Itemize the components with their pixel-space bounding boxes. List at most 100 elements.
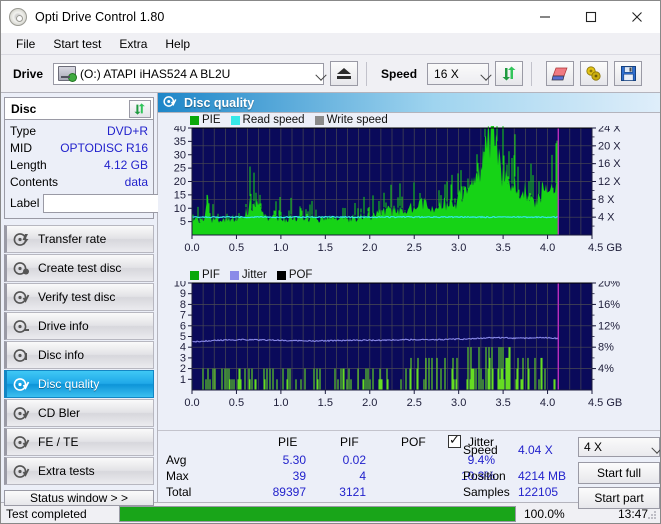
menu-item-start-test[interactable]: Start test: [44, 35, 110, 53]
pie-chart: PIE Read speed Write speed 5 10 15 20 25 30 35…: [158, 113, 660, 263]
col-header-pof: POF: [401, 435, 426, 449]
content-panel: Disc quality PIE Read speed Write speed …: [158, 93, 660, 509]
sidebar-item-create-test-disc[interactable]: Create test disc: [4, 254, 154, 282]
sidebar-item-verify-test-disc[interactable]: Verify test disc: [4, 283, 154, 311]
svg-text:2.0: 2.0: [362, 397, 377, 409]
svg-text:5: 5: [180, 331, 186, 343]
svg-text:3.0: 3.0: [451, 242, 466, 254]
optical-drive-icon: [58, 66, 78, 82]
svg-text:1.5: 1.5: [318, 242, 333, 254]
drive-select[interactable]: (O:) ATAPI iHAS524 A BL2U: [53, 62, 327, 85]
svg-text:4.0: 4.0: [540, 242, 555, 254]
disc-contents-value: data: [124, 175, 148, 189]
cd-bler-icon: [13, 406, 30, 421]
samples-stat-value: 122105: [518, 485, 559, 499]
svg-text:10: 10: [174, 281, 186, 290]
col-header-pif: PIF: [340, 435, 359, 449]
svg-text:4.5 GB: 4.5 GB: [588, 397, 622, 409]
sidebar-item-extra-tests[interactable]: Extra tests: [4, 457, 154, 485]
content-header: Disc quality: [158, 93, 660, 113]
minimize-button[interactable]: [522, 1, 568, 32]
toolbar-divider-1: [366, 61, 368, 86]
svg-text:3.5: 3.5: [495, 397, 510, 409]
status-window-button[interactable]: Status window > >: [4, 490, 154, 506]
legend-label: Write speed: [326, 114, 388, 126]
window-controls: [522, 1, 660, 32]
sidebar-item-drive-info[interactable]: Drive info: [4, 312, 154, 340]
status-message: Test completed: [6, 506, 87, 521]
settings-button[interactable]: [580, 61, 609, 86]
write-speed-value: 16 X: [434, 66, 459, 81]
col-header-pie: PIE: [278, 435, 298, 449]
disc-type-value: DVD+R: [106, 124, 148, 138]
svg-text:15: 15: [174, 189, 186, 201]
position-stat-label: Position: [463, 469, 506, 483]
svg-text:2.5: 2.5: [407, 242, 422, 254]
start-full-button[interactable]: Start full: [578, 462, 660, 484]
disc-length-label: Length: [10, 158, 47, 172]
svg-text:6: 6: [180, 320, 186, 332]
svg-text:30: 30: [174, 149, 186, 161]
refresh-button[interactable]: [495, 61, 524, 86]
disc-properties: Type DVD+R MID OPTODISC R16 Length 4.12 …: [5, 120, 233, 218]
toolbar-divider-2: [531, 61, 533, 86]
save-button[interactable]: [614, 61, 643, 86]
pie-chart-legend: PIE Read speed Write speed: [190, 113, 394, 127]
sidebar-item-disc-info[interactable]: Disc info: [4, 341, 154, 369]
svg-text:4%: 4%: [598, 363, 614, 375]
legend-jitter: Jitter: [229, 269, 267, 281]
svg-text:2.0: 2.0: [362, 242, 377, 254]
svg-text:5: 5: [180, 216, 186, 228]
sidebar-item-label: Transfer rate: [38, 232, 107, 246]
svg-text:20%: 20%: [598, 281, 620, 290]
test-nav-list: Transfer rate Create test disc Verify te…: [4, 225, 154, 486]
svg-text:4: 4: [180, 342, 186, 354]
svg-text:16 X: 16 X: [598, 158, 621, 170]
max-pie-value: 39: [292, 469, 306, 483]
progress-bar: [119, 505, 516, 522]
erase-disc-button[interactable]: [546, 61, 575, 86]
jitter-checkbox[interactable]: [448, 433, 461, 448]
write-speed-select[interactable]: 16 X: [427, 62, 492, 85]
start-part-button[interactable]: Start part: [578, 487, 660, 509]
sidebar-item-fe-te[interactable]: FE / TE: [4, 428, 154, 456]
legend-swatch: [276, 270, 286, 280]
resize-grip[interactable]: [646, 509, 658, 521]
menu-item-extra[interactable]: Extra: [110, 35, 156, 53]
svg-text:8%: 8%: [598, 342, 614, 354]
disc-quality-icon: [163, 95, 177, 111]
svg-text:20: 20: [174, 176, 186, 188]
svg-text:0.5: 0.5: [229, 242, 244, 254]
sidebar-item-label: Disc info: [38, 348, 85, 362]
read-speed-select[interactable]: 4 X: [578, 437, 660, 457]
svg-text:1: 1: [180, 374, 186, 386]
legend-swatch: [230, 115, 240, 125]
disc-panel-header: Disc: [5, 98, 153, 120]
close-button[interactable]: [614, 1, 660, 32]
pif-chart-canvas: 12345678910 4% 8% 12% 16% 20% 0.0 0.5 1.0 1.5 2.0 2…: [174, 281, 623, 409]
sidebar-item-disc-quality[interactable]: Disc quality: [4, 370, 154, 398]
menu-item-file[interactable]: File: [7, 35, 44, 53]
total-pif-value: 3121: [339, 485, 366, 499]
maximize-button[interactable]: [568, 1, 614, 32]
drive-toolbar: Drive (O:) ATAPI iHAS524 A BL2U Speed 16…: [1, 55, 660, 93]
svg-text:9: 9: [180, 288, 186, 300]
sidebar-item-cd-bler[interactable]: CD Bler: [4, 399, 154, 427]
app-window: Opti Drive Control 1.80 File Start test …: [0, 0, 661, 524]
sidebar-item-transfer-rate[interactable]: Transfer rate: [4, 225, 154, 253]
legend-pif: PIF: [190, 269, 220, 281]
svg-text:0.0: 0.0: [184, 397, 199, 409]
eject-button[interactable]: [330, 61, 359, 86]
legend-pof: POF: [276, 269, 312, 281]
disc-refresh-button[interactable]: [129, 99, 151, 118]
svg-text:3: 3: [180, 352, 186, 364]
read-speed-value: 4 X: [584, 440, 603, 454]
total-pie-value: 89397: [272, 485, 306, 499]
svg-text:20 X: 20 X: [598, 140, 621, 152]
menu-item-help[interactable]: Help: [156, 35, 199, 53]
disc-row-contents: Contents data: [10, 174, 148, 191]
disc-contents-label: Contents: [10, 175, 59, 189]
disc-mid-value: OPTODISC R16: [60, 141, 148, 155]
content-title: Disc quality: [184, 95, 255, 110]
pie-chart-canvas: 510 152025 303540 4 X 8 X 12 X 16 X 20 X 24 X 0.0…: [174, 126, 622, 254]
